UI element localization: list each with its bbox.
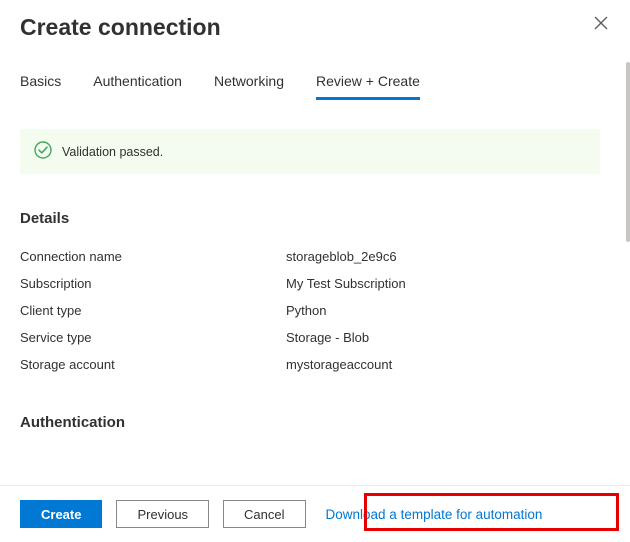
detail-val: storageblob_2e9c6 <box>286 249 397 264</box>
section-title-auth: Authentication <box>20 414 600 431</box>
download-template-link[interactable]: Download a template for automation <box>326 507 543 522</box>
table-row: Service type Storage - Blob <box>20 324 600 351</box>
detail-key: Subscription <box>20 276 286 291</box>
success-icon <box>34 141 52 162</box>
tabs: Basics Authentication Networking Review … <box>20 73 610 101</box>
create-button[interactable]: Create <box>20 500 102 528</box>
detail-key: Service type <box>20 330 286 345</box>
detail-key: Client type <box>20 303 286 318</box>
table-row: Subscription My Test Subscription <box>20 270 600 297</box>
detail-val: Python <box>286 303 326 318</box>
page-title: Create connection <box>20 14 221 41</box>
detail-val: mystorageaccount <box>286 357 392 372</box>
close-button[interactable] <box>592 14 610 36</box>
validation-banner: Validation passed. <box>20 129 600 174</box>
table-row: Connection name storageblob_2e9c6 <box>20 243 600 270</box>
detail-key: Connection name <box>20 249 286 264</box>
detail-val: Storage - Blob <box>286 330 369 345</box>
table-row: Client type Python <box>20 297 600 324</box>
tab-review-create[interactable]: Review + Create <box>316 73 420 100</box>
tab-basics[interactable]: Basics <box>20 73 61 100</box>
table-row: Storage account mystorageaccount <box>20 351 600 378</box>
section-title-details: Details <box>20 210 600 227</box>
tab-networking[interactable]: Networking <box>214 73 284 100</box>
close-icon <box>594 16 608 30</box>
footer: Create Previous Cancel Download a templa… <box>0 485 630 542</box>
validation-message: Validation passed. <box>62 145 163 159</box>
content-scroll[interactable]: Validation passed. Details Connection na… <box>20 101 610 542</box>
detail-key: Storage account <box>20 357 286 372</box>
tab-authentication[interactable]: Authentication <box>93 73 182 100</box>
previous-button[interactable]: Previous <box>116 500 209 528</box>
cancel-button[interactable]: Cancel <box>223 500 305 528</box>
scrollbar-thumb[interactable] <box>626 62 630 242</box>
detail-val: My Test Subscription <box>286 276 406 291</box>
